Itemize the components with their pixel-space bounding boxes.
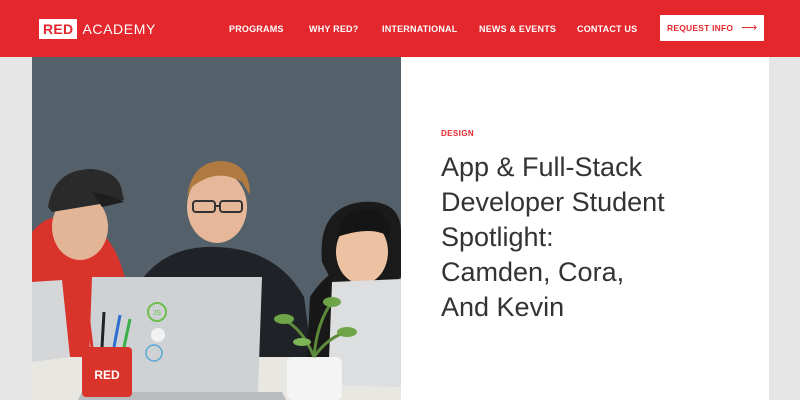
- nav-programs[interactable]: PROGRAMS: [229, 23, 284, 35]
- nav-contact-us[interactable]: CONTACT US: [577, 23, 637, 35]
- request-info-button[interactable]: REQUEST INFO ⟶: [660, 15, 764, 41]
- request-info-label: REQUEST INFO: [667, 23, 734, 33]
- nav-why-red[interactable]: WHY RED?: [309, 23, 358, 35]
- nav-news-events[interactable]: NEWS & EVENTS: [479, 23, 556, 35]
- headline-line: Spotlight:: [441, 222, 554, 252]
- js-sticker-text: JS: [153, 310, 162, 317]
- nav-international[interactable]: INTERNATIONAL: [382, 23, 457, 35]
- article-photo[interactable]: JS RED: [32, 57, 401, 400]
- arrow-right-icon: ⟶: [741, 21, 757, 34]
- featured-article: JS RED DESIGN App & Full-Stack Developer…: [32, 57, 769, 400]
- headline-line: Developer Student: [441, 187, 665, 217]
- headline-line: And Kevin: [441, 292, 565, 322]
- site-header: RED ACADEMY PROGRAMS WHY RED? INTERNATIO…: [0, 0, 800, 57]
- article-headline[interactable]: App & Full-Stack Developer Student Spotl…: [441, 150, 741, 325]
- mug-text: RED: [94, 368, 120, 382]
- headline-line: Camden, Cora,: [441, 257, 625, 287]
- article-text-panel: DESIGN App & Full-Stack Developer Studen…: [401, 57, 769, 400]
- students-photo-illustration: JS RED: [32, 57, 401, 400]
- headline-line: App & Full-Stack: [441, 152, 643, 182]
- category-tag[interactable]: DESIGN: [441, 129, 474, 138]
